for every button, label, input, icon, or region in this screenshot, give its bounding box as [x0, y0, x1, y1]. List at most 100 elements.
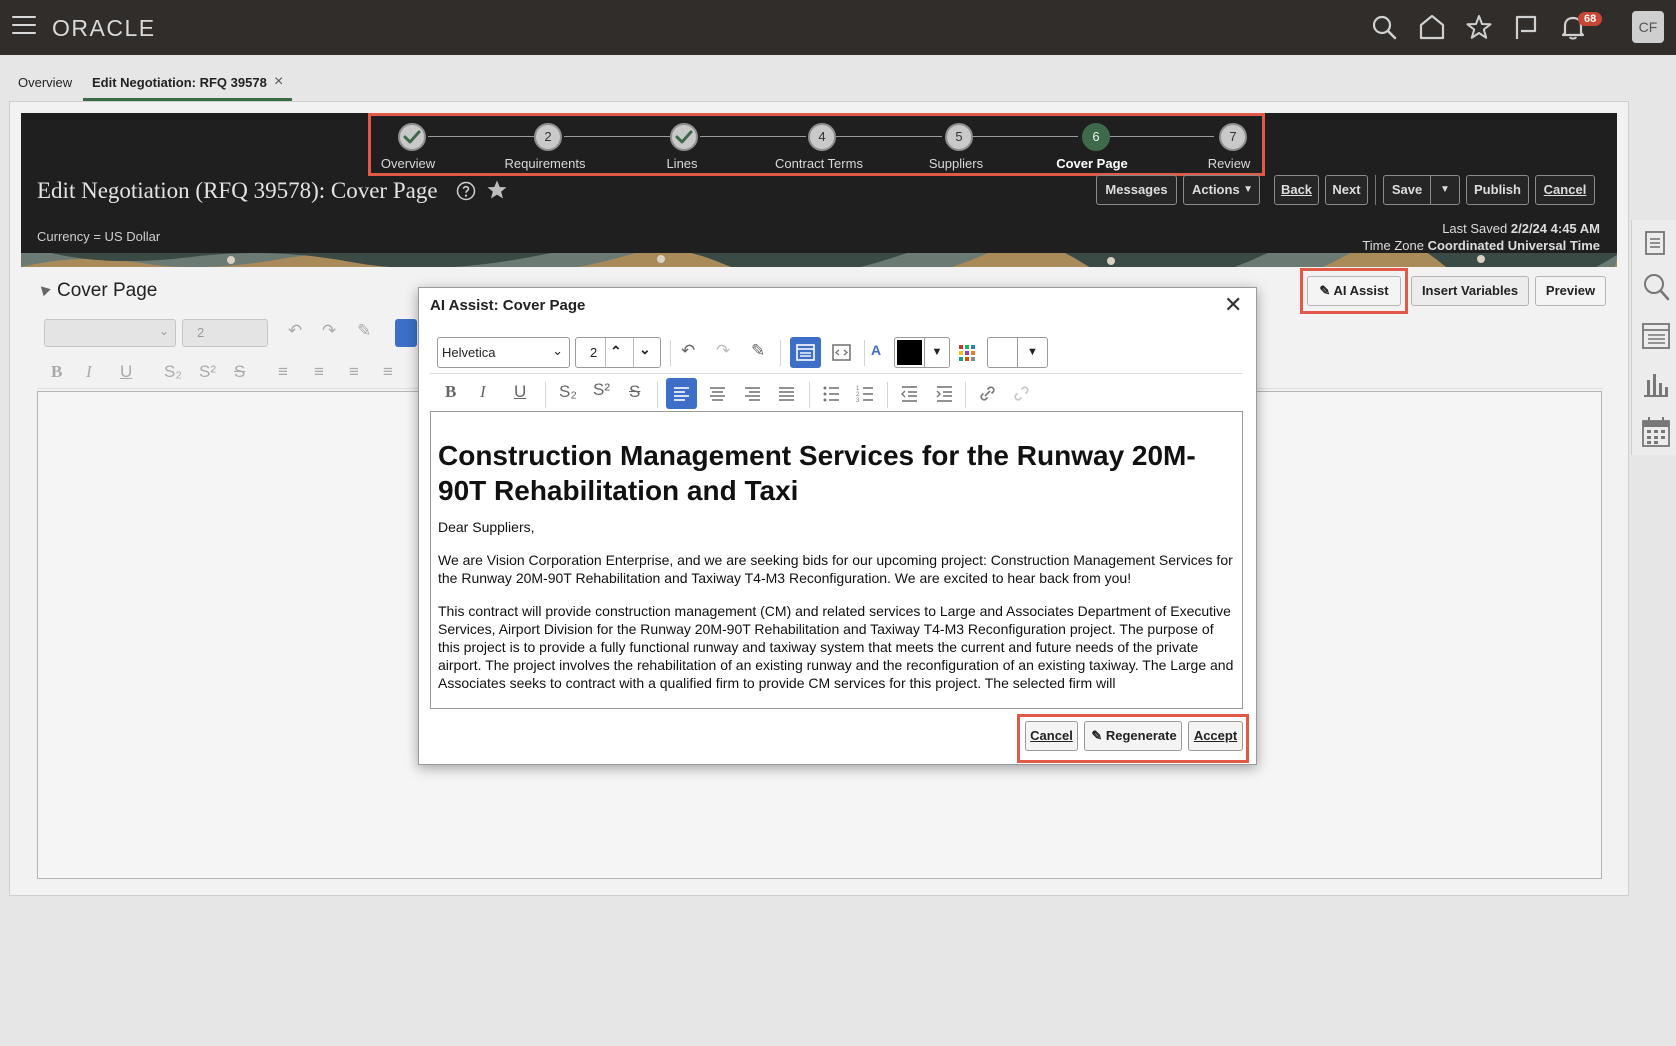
close-tab-icon[interactable]: × — [274, 73, 283, 91]
save-options-chevron-icon[interactable]: ▼ — [1430, 175, 1460, 205]
clear-formatting-icon[interactable]: ✎ — [751, 341, 765, 361]
text-color-icon[interactable]: A — [871, 342, 881, 358]
train-step-label[interactable]: Cover Page — [1022, 156, 1162, 171]
help-icon[interactable] — [456, 181, 476, 201]
align-left-icon[interactable] — [666, 378, 697, 409]
timezone-label: Time Zone — [1362, 238, 1424, 253]
analytics-chart-icon[interactable] — [1642, 370, 1670, 398]
train-step-overview[interactable] — [398, 123, 426, 151]
align-right-icon: ≡ — [349, 362, 359, 381]
train-step-label[interactable]: Overview — [338, 156, 478, 171]
section-title: Cover Page — [57, 280, 158, 301]
search-panel-icon[interactable] — [1642, 272, 1670, 302]
subscript-icon[interactable]: S₂ — [559, 382, 577, 402]
ai-assist-dialog: AI Assist: Cover Page ✕ Helvetica ⌄ 2 ⌃ … — [418, 287, 1257, 765]
insert-variables-button[interactable]: Insert Variables — [1411, 276, 1529, 306]
undo-icon[interactable]: ↶ — [681, 341, 695, 361]
favorite-star-icon[interactable] — [486, 179, 508, 201]
document-icon[interactable] — [1644, 230, 1666, 256]
italic-icon[interactable]: I — [480, 382, 486, 402]
close-icon[interactable]: ✕ — [1224, 292, 1242, 318]
indent-icon[interactable] — [929, 378, 960, 409]
underline-icon[interactable]: U — [514, 382, 526, 402]
watchlist-flag-icon[interactable] — [1512, 13, 1540, 41]
back-label: Back — [1280, 182, 1313, 197]
tab-overview[interactable]: Overview — [18, 75, 72, 90]
chevron-down-icon: ▼ — [1243, 184, 1253, 195]
calendar-icon[interactable] — [1641, 416, 1671, 448]
rich-text-view-icon[interactable] — [790, 337, 821, 368]
train-step-lines[interactable] — [670, 123, 698, 151]
user-avatar[interactable]: CF — [1632, 11, 1664, 43]
next-label: Next — [1332, 182, 1361, 197]
font-size-stepper[interactable]: 2 ⌃ ⌄ — [575, 337, 661, 368]
train-step-requirements[interactable]: 2 — [534, 123, 562, 151]
train-connector — [972, 136, 1078, 137]
back-button[interactable]: Back — [1274, 175, 1319, 205]
text-color-swatch[interactable] — [894, 337, 925, 368]
remove-link-icon — [1014, 386, 1029, 401]
train-step-review[interactable]: 7 — [1219, 123, 1247, 151]
background-color-swatch[interactable] — [987, 337, 1018, 368]
increase-size-icon[interactable]: ⌃ — [610, 343, 622, 360]
background-color-icon[interactable] — [959, 345, 975, 361]
bulleted-list-icon[interactable] — [816, 378, 847, 409]
redo-icon: ↷ — [322, 321, 337, 340]
strikethrough-icon: S — [234, 362, 246, 381]
train-connector — [836, 136, 942, 137]
font-family-select[interactable]: Helvetica ⌄ — [437, 337, 570, 368]
search-icon[interactable] — [1370, 13, 1398, 41]
favorites-star-icon[interactable] — [1465, 13, 1493, 41]
tab-edit-negotiation[interactable]: Edit Negotiation: RFQ 39578 — [92, 75, 267, 90]
train-step-cover-page[interactable]: 6 — [1082, 123, 1110, 151]
numbered-list-icon[interactable]: 123 — [850, 378, 881, 409]
train-step-label[interactable]: Review — [1159, 156, 1299, 171]
align-center-icon[interactable] — [702, 378, 733, 409]
subscript-icon: S₂ — [164, 362, 182, 381]
cancel-button[interactable]: Cancel — [1535, 175, 1595, 205]
align-right-icon[interactable] — [737, 378, 768, 409]
text-color-fill — [897, 340, 922, 365]
justify-icon[interactable] — [771, 378, 802, 409]
preview-button[interactable]: Preview — [1535, 276, 1606, 306]
last-saved-info: Last Saved 2/2/24 4:45 AM Time Zone Coor… — [1362, 220, 1600, 254]
train-step-label[interactable]: Lines — [612, 156, 752, 171]
bold-icon[interactable]: B — [445, 382, 456, 402]
actions-menu-button[interactable]: Actions ▼ — [1183, 175, 1260, 205]
superscript-icon: S² — [199, 362, 216, 381]
next-button[interactable]: Next — [1325, 175, 1368, 205]
notification-count-badge: 68 — [1578, 12, 1603, 26]
train-step-label[interactable]: Contract Terms — [749, 156, 889, 171]
menu-icon[interactable] — [12, 16, 36, 38]
superscript-icon[interactable]: S² — [593, 380, 610, 400]
oracle-logo[interactable]: ORACLE — [52, 15, 156, 42]
train-connector — [1108, 136, 1214, 137]
regenerate-button[interactable]: ✎ Regenerate — [1084, 721, 1182, 751]
source-code-view-icon[interactable] — [826, 337, 857, 368]
outdent-icon[interactable] — [894, 378, 925, 409]
dialog-cancel-button[interactable]: Cancel — [1025, 721, 1078, 751]
train-step-label[interactable]: Requirements — [475, 156, 615, 171]
save-button[interactable]: Save — [1383, 175, 1431, 205]
background-color-dropdown-icon[interactable]: ▼ — [1017, 337, 1048, 368]
ai-assist-label: AI Assist — [1333, 283, 1389, 298]
publish-button[interactable]: Publish — [1466, 175, 1529, 205]
toolbar-separator — [965, 382, 966, 408]
messages-button[interactable]: Messages — [1096, 175, 1177, 205]
checkmark-icon — [403, 130, 421, 144]
text-color-dropdown-icon[interactable]: ▼ — [924, 337, 950, 368]
ai-generated-content-editor[interactable]: Construction Management Services for the… — [430, 411, 1243, 709]
insert-link-icon[interactable] — [972, 378, 1003, 409]
accept-button[interactable]: Accept — [1188, 721, 1243, 751]
list-panel-icon[interactable] — [1641, 322, 1671, 350]
ai-assist-button[interactable]: ✎ AI Assist — [1307, 276, 1401, 306]
decrease-size-icon[interactable]: ⌄ — [639, 341, 651, 358]
train-step-suppliers[interactable]: 5 — [945, 123, 973, 151]
toolbar-divider — [1375, 175, 1376, 205]
document-heading: Construction Management Services for the… — [438, 440, 1196, 506]
train-step-contract-terms[interactable]: 4 — [808, 123, 836, 151]
home-icon[interactable] — [1418, 13, 1446, 41]
train-step-label[interactable]: Suppliers — [886, 156, 1026, 171]
dialog-cancel-label: Cancel — [1030, 728, 1073, 743]
strikethrough-icon[interactable]: S — [629, 382, 640, 402]
